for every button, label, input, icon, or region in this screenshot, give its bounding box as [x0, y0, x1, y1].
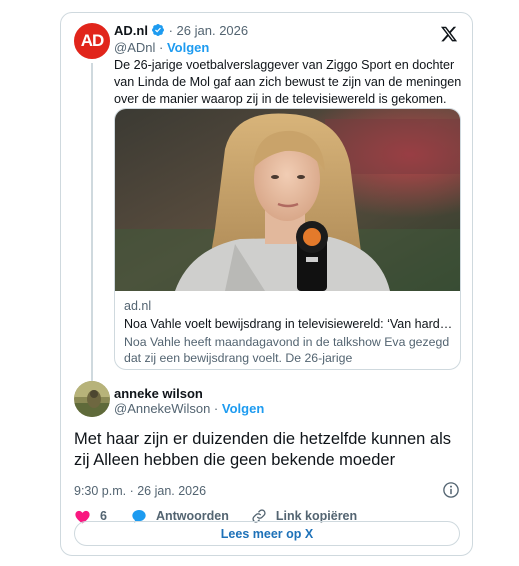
ad-avatar[interactable]: AD: [74, 23, 110, 59]
main-tweet-text: Met haar zijn er duizenden die hetzelfde…: [74, 430, 451, 469]
quoted-handle-line: @ADnl · Volgen: [114, 40, 209, 56]
user-avatar[interactable]: [74, 381, 110, 417]
main-timestamp[interactable]: 9:30 p.m. · 26 jan. 2026: [74, 483, 206, 499]
article-image: [115, 109, 460, 291]
quoted-follow-button[interactable]: Volgen: [167, 40, 209, 55]
thread-line: [91, 63, 93, 381]
main-follow-button[interactable]: Volgen: [222, 401, 264, 416]
separator-dot: ·: [168, 23, 173, 38]
avatar-logo-text: AD: [80, 31, 105, 50]
quoted-author-name[interactable]: AD.nl: [114, 23, 148, 38]
quoted-author-line: AD.nl · 26 jan. 2026: [114, 23, 248, 39]
separator-dot: ·: [213, 401, 219, 416]
main-author-name[interactable]: anneke wilson: [114, 386, 203, 402]
x-logo-icon[interactable]: [440, 25, 458, 43]
quoted-tweet-text: De 26-jarige voetbalverslaggever van Zig…: [114, 58, 462, 106]
embedded-tweet-card: AD AD.nl · 26 jan. 2026 @ADnl · Volgen D…: [60, 12, 473, 556]
article-meta: ad.nl Noa Vahle voelt bewijsdrang in tel…: [124, 298, 454, 369]
quoted-handle[interactable]: @ADnl: [114, 40, 155, 55]
article-title: Noa Vahle voelt bewijsdrang in televisie…: [124, 317, 454, 331]
read-more-button[interactable]: Lees meer op X: [74, 521, 460, 546]
info-icon[interactable]: [442, 481, 460, 499]
separator-dot: ·: [159, 40, 164, 55]
article-description: Noa Vahle heeft maandagavond in de talks…: [124, 335, 450, 369]
main-handle-line: @AnnekeWilson · Volgen: [114, 401, 264, 417]
verified-badge-icon: [151, 24, 164, 36]
main-handle[interactable]: @AnnekeWilson: [114, 401, 210, 416]
quoted-date[interactable]: 26 jan. 2026: [177, 23, 249, 38]
article-domain: ad.nl: [124, 299, 152, 313]
article-link-card[interactable]: ad.nl Noa Vahle voelt bewijsdrang in tel…: [114, 108, 461, 370]
